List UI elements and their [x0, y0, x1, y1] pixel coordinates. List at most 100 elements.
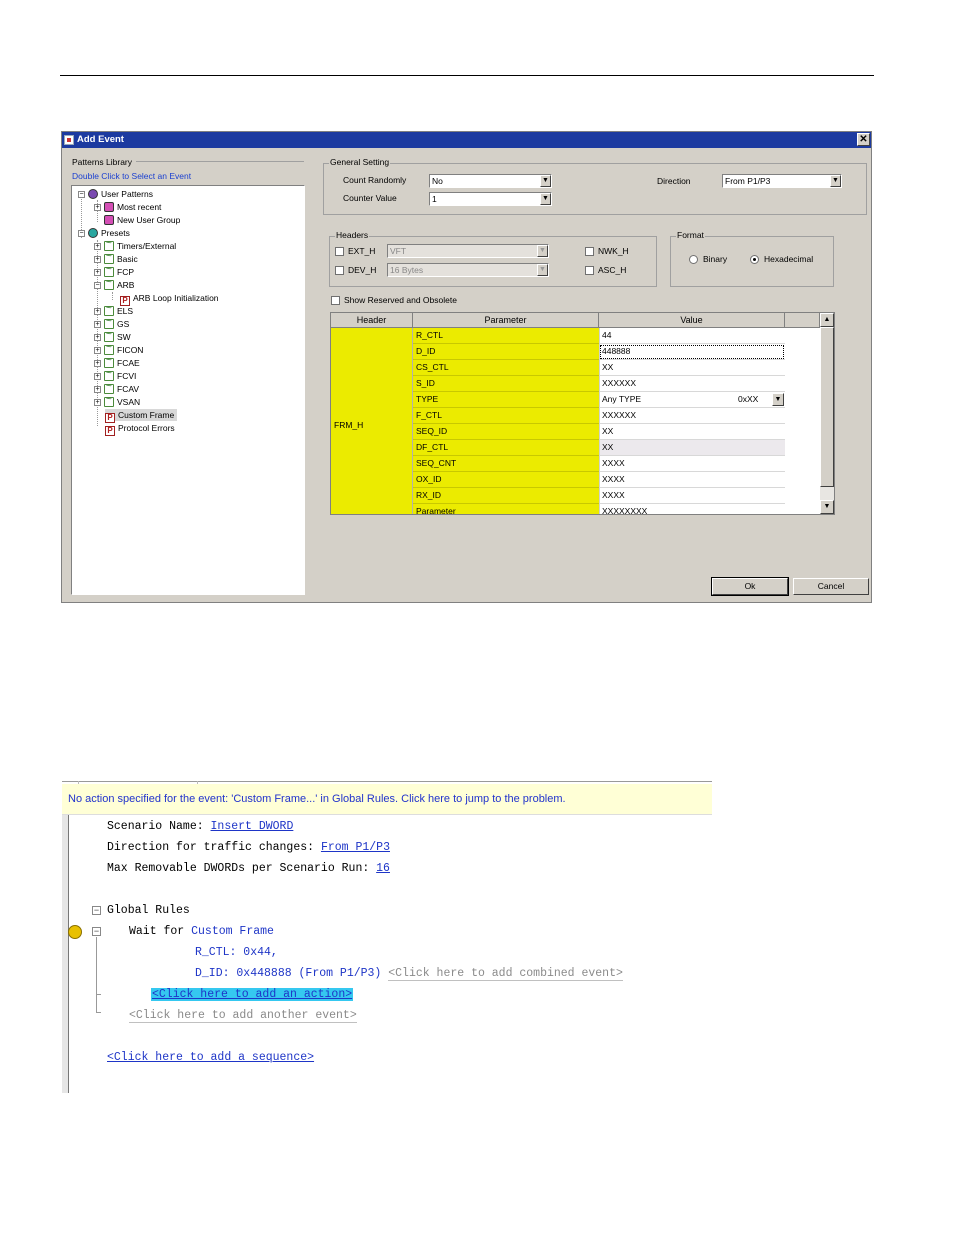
collapse-icon[interactable]: − [94, 282, 101, 289]
format-title: Format [676, 230, 705, 240]
dev-h-select[interactable]: 16 Bytes ▼ [387, 263, 549, 277]
tree-item-protocol-errors[interactable]: P Protocol Errors [105, 422, 175, 436]
value-cell[interactable]: XXXXXX [599, 376, 785, 392]
ext-h-select[interactable]: VFT ▼ [387, 244, 549, 258]
count-randomly-select[interactable]: No ▼ [429, 174, 552, 188]
direction-select[interactable]: From P1/P3 ▼ [722, 174, 842, 188]
dev-h-checkbox[interactable] [335, 266, 344, 275]
tree-item-user-patterns[interactable]: − User Patterns [78, 188, 153, 200]
expand-icon[interactable]: + [94, 386, 101, 393]
tree-item-label: GS [117, 319, 130, 329]
expand-icon[interactable]: + [94, 360, 101, 367]
tree-item-vsan[interactable]: + VSAN [94, 394, 140, 408]
value-cell[interactable]: XX [599, 360, 785, 376]
tree-item-arb[interactable]: − ARB [94, 277, 134, 291]
tree-item-basic[interactable]: + Basic [94, 251, 138, 265]
page-top-rule [60, 75, 874, 76]
value-cell[interactable]: XXXX [599, 456, 785, 472]
tree-item-fcvi[interactable]: + FCVI [94, 368, 136, 382]
frame-parameter-grid[interactable]: Header Parameter Value FRM_H R_CTL 44 D_… [330, 312, 835, 515]
max-dwords-value[interactable]: 16 [376, 862, 390, 875]
expand-icon[interactable]: + [94, 321, 101, 328]
tree-item-fcav[interactable]: + FCAV [94, 381, 139, 395]
waveform-icon [104, 277, 114, 290]
scroll-down-icon[interactable]: ▼ [820, 500, 834, 514]
counter-value-select[interactable]: 1 ▼ [429, 192, 552, 206]
tree-item-label: Presets [101, 228, 130, 238]
tree-item-els[interactable]: + ELS [94, 303, 133, 317]
direction-value[interactable]: From P1/P3 [321, 841, 390, 854]
tree-item-label: FCAE [117, 358, 140, 368]
column-header[interactable]: Parameter [413, 313, 599, 328]
close-button[interactable]: ✕ [857, 133, 870, 146]
expand-icon[interactable]: + [94, 334, 101, 341]
vertical-scrollbar[interactable]: ▲ ▼ [820, 313, 834, 514]
value-cell[interactable]: XX [599, 424, 785, 440]
value-cell-type[interactable]: Any TYPE 0xXX ▼ [599, 392, 785, 408]
expand-icon[interactable]: + [94, 243, 101, 250]
chevron-down-icon[interactable]: ▼ [540, 193, 551, 205]
tree-item-ficon[interactable]: + FICON [94, 342, 143, 356]
ok-button[interactable]: Ok [711, 577, 789, 596]
collapse-icon[interactable]: − [92, 927, 101, 936]
cancel-button[interactable]: Cancel [793, 578, 869, 595]
column-header[interactable]: Header [331, 313, 413, 328]
tree-item-fcp[interactable]: + FCP [94, 264, 134, 278]
tree-item-fcae[interactable]: + FCAE [94, 355, 140, 369]
value-cell[interactable]: XXXXXX [599, 408, 785, 424]
expand-icon[interactable]: + [94, 256, 101, 263]
asc-h-checkbox[interactable] [585, 266, 594, 275]
add-combined-event-link[interactable]: <Click here to add combined event> [388, 967, 623, 981]
value-cell[interactable]: XXXXXXXX [599, 504, 785, 514]
chevron-down-icon[interactable]: ▼ [537, 264, 548, 276]
tree-item-custom-frame[interactable]: P Custom Frame [105, 409, 178, 423]
tree-item-presets[interactable]: − Presets [78, 227, 130, 239]
patterns-tree[interactable]: − User Patterns + Most recent New User Gro… [71, 185, 305, 595]
warning-bar[interactable]: No action specified for the event: 'Cust… [62, 784, 712, 815]
d-id-condition[interactable]: D_ID: 0x448888 (From P1/P3) [195, 967, 381, 980]
expand-icon[interactable]: + [94, 269, 101, 276]
expand-icon[interactable]: + [94, 308, 101, 315]
scroll-up-icon[interactable]: ▲ [820, 313, 834, 327]
chevron-down-icon[interactable]: ▼ [540, 175, 551, 187]
tree-item-arb-loop[interactable]: P ARB Loop Initialization [120, 292, 219, 306]
nwk-h-checkbox[interactable] [585, 247, 594, 256]
add-another-event-link[interactable]: <Click here to add another event> [129, 1009, 357, 1023]
value-cell[interactable]: XX [599, 440, 785, 456]
scroll-thumb[interactable] [820, 327, 834, 487]
binary-radio[interactable] [689, 255, 698, 264]
value-cell[interactable]: 448888 [599, 344, 785, 360]
dialog-titlebar[interactable]: Add Event ✕ [62, 132, 871, 148]
chevron-down-icon[interactable]: ▼ [537, 245, 548, 257]
warning-marker-icon[interactable] [68, 925, 82, 939]
chevron-down-icon[interactable]: ▼ [830, 175, 841, 187]
collapse-icon[interactable]: − [78, 230, 85, 237]
ext-h-checkbox[interactable] [335, 247, 344, 256]
show-reserved-checkbox[interactable] [331, 296, 340, 305]
parameter-cell: RX_ID [413, 488, 599, 504]
hexadecimal-radio[interactable] [750, 255, 759, 264]
expand-icon[interactable]: + [94, 373, 101, 380]
global-rules-label: Global Rules [107, 904, 190, 917]
column-header[interactable]: Value [599, 313, 785, 328]
scenario-name-value[interactable]: Insert DWORD [211, 820, 294, 833]
add-sequence-link[interactable]: <Click here to add a sequence> [107, 1051, 314, 1064]
scenario-name-label: Scenario Name: [107, 820, 204, 833]
value-cell[interactable]: XXXX [599, 488, 785, 504]
expand-icon[interactable]: + [94, 399, 101, 406]
tree-item-new-user-group[interactable]: New User Group [104, 214, 180, 226]
headers-title: Headers [335, 230, 370, 240]
header-cell[interactable]: FRM_H [331, 328, 413, 514]
collapse-icon[interactable]: − [92, 906, 101, 915]
tree-item-most-recent[interactable]: + Most recent [94, 201, 161, 213]
expand-icon[interactable]: + [94, 347, 101, 354]
value-cell[interactable]: XXXX [599, 472, 785, 488]
tree-item-sw[interactable]: + SW [94, 329, 131, 343]
r-ctl-condition[interactable]: R_CTL: 0x44, [195, 946, 278, 960]
wait-target[interactable]: Custom Frame [191, 925, 274, 938]
expand-icon[interactable]: + [94, 204, 101, 211]
value-cell[interactable]: 44 [599, 328, 785, 344]
chevron-down-icon[interactable]: ▼ [772, 393, 784, 406]
collapse-icon[interactable]: − [78, 191, 85, 198]
add-action-link[interactable]: <Click here to add an action> [151, 988, 354, 1001]
